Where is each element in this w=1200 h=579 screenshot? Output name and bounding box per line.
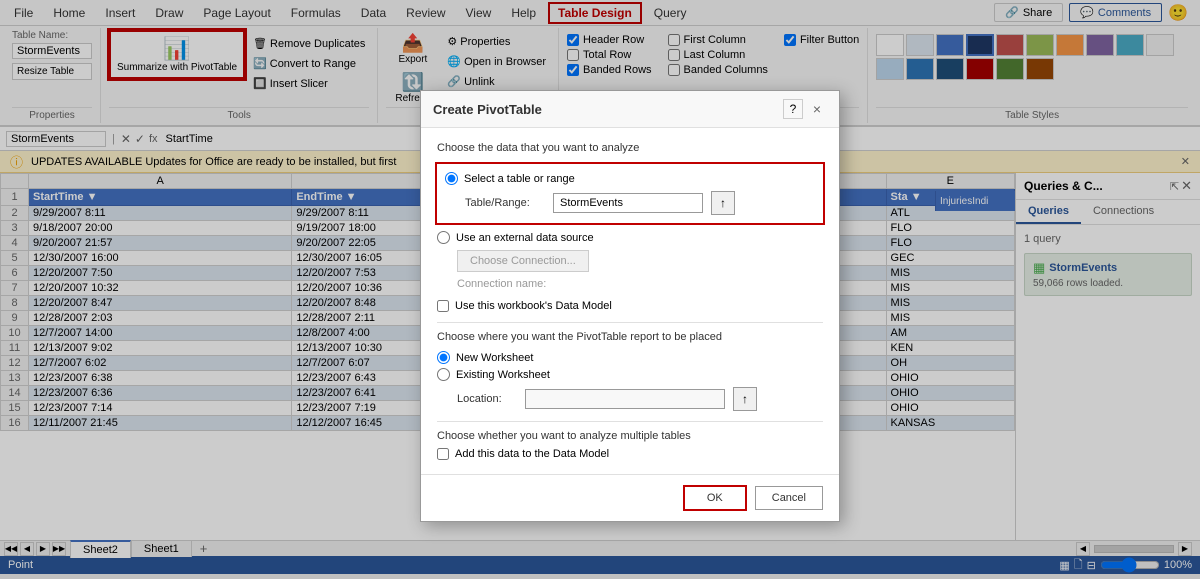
ok-button[interactable]: OK [683,485,747,511]
radio-new-worksheet[interactable]: New Worksheet [437,351,823,364]
connection-name-label: Connection name: [457,278,823,290]
choose-connection-button[interactable]: Choose Connection... [457,250,589,272]
modal-close-button[interactable]: × [807,99,827,119]
cancel-button[interactable]: Cancel [755,486,823,510]
radio-existing-worksheet[interactable]: Existing Worksheet [437,368,823,381]
modal-section2-label: Choose where you want the PivotTable rep… [437,331,823,343]
radio-external-source[interactable]: Use an external data source [437,231,823,244]
use-data-model-check[interactable]: Use this workbook's Data Model [437,300,823,312]
location-browse-button[interactable]: ↑ [733,387,757,411]
table-range-input[interactable] [553,193,703,213]
location-label: Location: [457,393,517,405]
location-input[interactable] [525,389,725,409]
modal-section3-label: Choose whether you want to analyze multi… [437,430,823,442]
add-data-model-check[interactable]: Add this data to the Data Model [437,448,823,460]
modal-overlay: Create PivotTable ? × Choose the data th… [0,0,1200,579]
modal-section1-label: Choose the data that you want to analyze [437,142,823,154]
table-range-browse-button[interactable]: ↑ [711,191,735,215]
modal-help-button[interactable]: ? [783,99,803,119]
modal-title: Create PivotTable [433,102,542,117]
create-pivottable-dialog: Create PivotTable ? × Choose the data th… [420,90,840,522]
radio-select-table[interactable]: Select a table or range [445,172,815,185]
table-range-label: Table/Range: [465,197,545,209]
